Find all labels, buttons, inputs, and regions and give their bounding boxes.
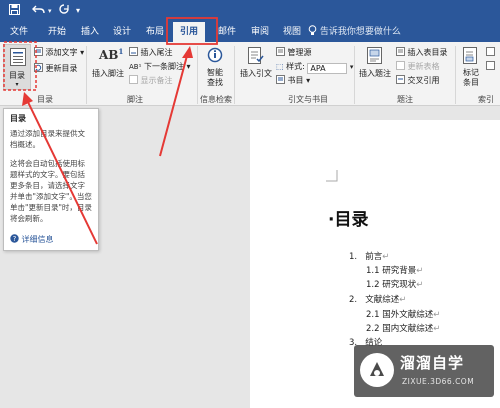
arrow-head-icon — [182, 46, 193, 58]
arrow-head-icon — [22, 92, 33, 106]
references-tab-highlight-box — [166, 17, 218, 45]
arrow-to-references-tab — [159, 51, 189, 157]
watermark-title: 溜溜自学 — [400, 354, 465, 372]
watermark-url: ZIXUE.3D66.COM — [402, 377, 475, 386]
watermark-logo: 溜溜自学 ZIXUE.3D66.COM — [354, 345, 494, 397]
arrow-to-toc-button — [26, 99, 98, 245]
toc-highlight-box — [3, 41, 37, 91]
watermark-icon — [360, 353, 394, 387]
